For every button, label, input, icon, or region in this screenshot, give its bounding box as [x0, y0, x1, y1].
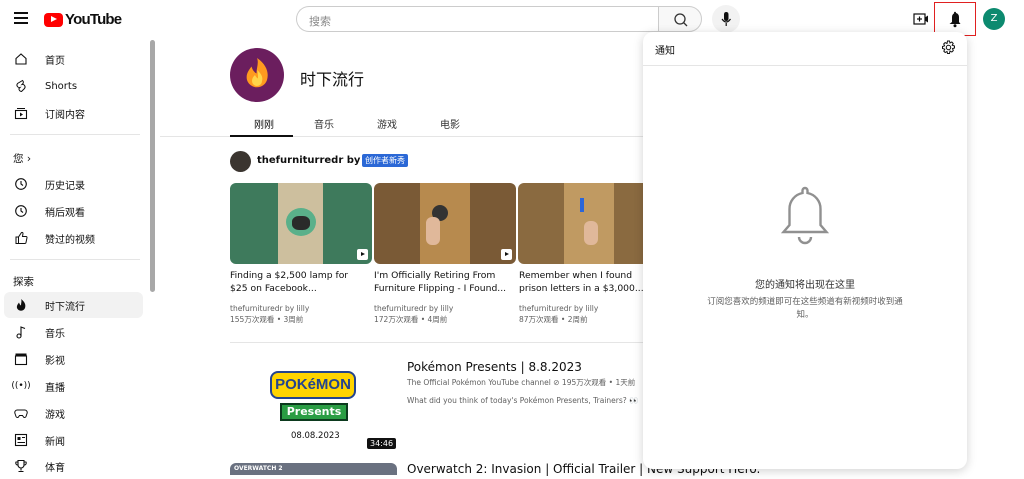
watch-later-icon [14, 204, 28, 218]
sidebar-item-subscriptions[interactable]: 订阅内容 [4, 100, 143, 126]
sidebar-item-sports[interactable]: 体育 [4, 453, 143, 479]
video-channel[interactable]: thefurnituredr by lilly [230, 304, 309, 314]
sidebar-item-label: 历史记录 [45, 180, 85, 192]
music-icon [14, 325, 28, 339]
notifications-button[interactable] [934, 2, 976, 36]
gaming-icon [14, 406, 28, 420]
video-thumbnail[interactable] [518, 183, 660, 264]
empty-state-description: 订阅您喜欢的频道即可在这些频道有新视频时收到通知。 [707, 297, 903, 320]
sidebar-item-news[interactable]: 新闻 [4, 427, 143, 453]
create-video-icon[interactable] [913, 11, 929, 27]
active-tab-indicator [230, 135, 293, 137]
shorts-badge-icon [357, 249, 368, 260]
sidebar-item-label: 新闻 [45, 436, 65, 448]
trending-channel-avatar [230, 48, 284, 102]
shorts-icon [14, 79, 28, 93]
tab-now[interactable]: 刚刚 [254, 116, 274, 131]
sidebar-item-label: 游戏 [45, 409, 65, 421]
you-heading-text: 您 [13, 153, 24, 165]
tab-movies[interactable]: 电影 [440, 116, 460, 131]
search-button[interactable] [658, 6, 702, 32]
tab-music[interactable]: 音乐 [314, 116, 334, 131]
presents-logo: Presents [280, 403, 348, 421]
video-title[interactable]: I'm Officially Retiring From Furniture F… [374, 270, 510, 295]
sidebar-item-movies[interactable]: 影视 [4, 346, 143, 372]
video-channel-stats[interactable]: The Official Pokémon YouTube channel ⊘ 1… [407, 377, 635, 388]
empty-state-title: 您的通知将出现在这里 [755, 280, 855, 291]
video-stats: 155万次观看 • 3周前 [230, 315, 304, 324]
sidebar-item-label: 音乐 [45, 328, 65, 340]
account-avatar[interactable]: Z [983, 8, 1005, 30]
sidebar: 首页 Shorts 订阅内容 您 › 历史记录 稍后观看 赞过的视频 探索 时下… [0, 38, 150, 475]
sidebar-item-label: 赞过的视频 [45, 234, 95, 246]
sidebar-item-label: 直播 [45, 382, 65, 394]
video-stats: 87万次观看 • 2周前 [519, 315, 588, 324]
empty-bell-icon [775, 182, 835, 252]
video-thumbnail[interactable] [230, 183, 372, 264]
you-section-heading[interactable]: 您 › [13, 151, 31, 166]
live-icon: ((•)) [11, 381, 31, 391]
sidebar-item-watch-later[interactable]: 稍后观看 [4, 198, 143, 224]
video-channel[interactable]: thefurnituredr by lilly [519, 304, 598, 314]
menu-icon[interactable] [14, 12, 28, 24]
bell-icon [949, 11, 961, 28]
notifications-title: 通知 [655, 46, 675, 57]
video-description: What did you think of today's Pokémon Pr… [407, 396, 639, 405]
shorts-badge-icon [501, 249, 512, 260]
pokemon-logo: POKéMON [270, 371, 356, 399]
movies-icon [14, 352, 28, 366]
sidebar-item-label: 时下流行 [45, 301, 85, 313]
explore-section-heading: 探索 [13, 276, 34, 288]
youtube-logo[interactable]: YouTube [44, 11, 122, 28]
video-duration: 34:46 [367, 438, 397, 449]
shelf-channel-avatar[interactable] [230, 151, 251, 172]
thumbs-up-icon [14, 231, 28, 245]
sidebar-item-trending[interactable]: 时下流行 [4, 292, 143, 318]
thumbnail-date: 08.08.2023 [291, 431, 340, 441]
video-stats: 172万次观看 • 4周前 [374, 315, 448, 324]
video-thumbnail[interactable] [374, 183, 516, 264]
sidebar-item-label: 影视 [45, 355, 65, 367]
video-channel[interactable]: thefurnituredr by lilly [374, 304, 453, 314]
notifications-panel: 通知 您的通知将出现在这里 订阅您喜欢的频道即可在这些频道有新视频时收到通知。 [643, 32, 967, 469]
sidebar-item-label: 稍后观看 [45, 207, 85, 219]
video-title[interactable]: Remember when I found prison letters in … [519, 270, 655, 295]
video-thumbnail[interactable]: OVERWATCH 2 [230, 463, 397, 475]
sidebar-item-liked-videos[interactable]: 赞过的视频 [4, 225, 143, 251]
sidebar-item-gaming[interactable]: 游戏 [4, 400, 143, 426]
sidebar-item-home[interactable]: 首页 [4, 46, 143, 72]
sidebar-item-history[interactable]: 历史记录 [4, 171, 143, 197]
history-icon [14, 177, 28, 191]
sidebar-item-label: 首页 [45, 55, 65, 67]
tab-gaming[interactable]: 游戏 [377, 116, 397, 131]
subscriptions-icon [14, 106, 28, 120]
sidebar-scrollbar[interactable] [150, 40, 155, 292]
news-icon [14, 433, 28, 447]
sidebar-divider [10, 134, 140, 135]
search-input[interactable]: 搜索 [296, 6, 658, 32]
logo-text: YouTube [65, 11, 122, 28]
voice-search-button[interactable] [712, 5, 740, 33]
microphone-icon [721, 12, 731, 26]
search-icon [674, 13, 688, 27]
sidebar-item-shorts[interactable]: Shorts [4, 73, 143, 99]
trending-icon [14, 298, 28, 312]
play-logo-icon [44, 12, 63, 27]
video-title[interactable]: Pokémon Presents | 8.8.2023 [407, 360, 582, 374]
sidebar-item-label: 订阅内容 [45, 109, 85, 121]
settings-gear-icon[interactable] [941, 40, 956, 55]
sidebar-divider [10, 259, 140, 260]
video-title[interactable]: Finding a $2,500 lamp for $25 on Faceboo… [230, 270, 366, 295]
page-title: 时下流行 [300, 70, 365, 89]
sidebar-item-live[interactable]: ((•)) 直播 [4, 373, 143, 399]
sidebar-item-label: 体育 [45, 462, 65, 474]
home-icon [14, 52, 28, 66]
sidebar-item-label: Shorts [45, 80, 78, 92]
chevron-right-icon: › [26, 153, 32, 165]
panel-divider [643, 65, 967, 66]
trophy-icon [14, 459, 28, 473]
creator-badge: 创作者新秀 [362, 154, 408, 167]
sidebar-item-music[interactable]: 音乐 [4, 319, 143, 345]
section-divider [230, 342, 644, 343]
